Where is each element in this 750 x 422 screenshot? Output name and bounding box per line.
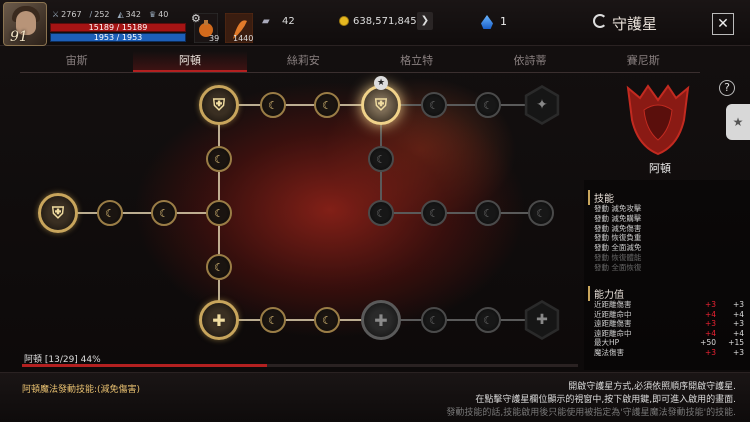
star-node[interactable]: ☾	[260, 307, 286, 333]
ability-row: 魔法傷害 +3 +3	[594, 347, 744, 357]
ability-row: 近距離傷害 +3 +3	[594, 300, 744, 309]
skill-item: 發動 恢復負重	[594, 233, 642, 243]
locked-star-node[interactable]: ☾	[421, 200, 447, 226]
help-text-2: 在點擊守護星欄位顯示的視窗中,按下啟用鍵,即可進入啟用的畫面.	[475, 395, 736, 405]
ability-row: 遠距離命中 +4 +4	[594, 328, 744, 338]
locked-star-node[interactable]: ☾	[475, 92, 501, 118]
star-node[interactable]: ☾	[314, 307, 340, 333]
locked-star-node[interactable]: ☾	[475, 200, 501, 226]
skill-item: 發動 減免傷害	[594, 223, 642, 233]
ability-row: 近距離命中 +4 +4	[594, 309, 744, 319]
ability-row: 遠距離傷害 +3 +3	[594, 319, 744, 329]
skill-item: 發動 減免攻擊	[594, 204, 642, 213]
abilities-heading: 能力值	[588, 286, 624, 301]
current-node[interactable]: ⛨	[361, 85, 401, 125]
star-node[interactable]: ☾	[97, 200, 123, 226]
milestone-node[interactable]: ✚	[199, 300, 239, 340]
star-node[interactable]: ☾	[206, 200, 232, 226]
star-node[interactable]: ☾	[206, 254, 232, 280]
skill-item: 發動 恢復體能	[594, 252, 642, 262]
start-node[interactable]: ⛨	[38, 193, 78, 233]
star-badge-icon: ★	[374, 76, 388, 90]
abilities-list: 近距離傷害 +3 +3 近距離命中 +4 +4 遠距離傷害 +3 +3 遠距離命中 +4 +4 …	[594, 300, 744, 358]
skills-heading: 技能	[588, 190, 614, 205]
locked-star-node[interactable]: ☾	[475, 307, 501, 333]
constellation-name: 阿頓	[649, 162, 671, 175]
help-button[interactable]: ?	[719, 80, 735, 96]
star-node[interactable]: ☾	[206, 146, 232, 172]
skill-item: 發動 全面減免	[594, 243, 642, 253]
help-text-1: 開啟守護星方式,必須依照順序開啟守護星.	[568, 382, 736, 392]
star-node[interactable]: ☾	[314, 92, 340, 118]
skill-item: 發動 全面恢復	[594, 262, 642, 272]
constellation-emblem	[626, 84, 690, 156]
locked-star-node[interactable]: ☾	[528, 200, 554, 226]
milestone-node[interactable]: ⛨	[199, 85, 239, 125]
star-node[interactable]: ☾	[260, 92, 286, 118]
star-node[interactable]: ☾	[151, 200, 177, 226]
progress-fill	[22, 364, 267, 367]
progress-bar	[22, 364, 578, 367]
ability-row: 最大HP +50 +15	[594, 338, 744, 348]
help-text-3: 發動技能的話,技能啟用後只能使用被指定為'守護星魔法發動技能'的技能.	[446, 408, 736, 418]
locked-star-node[interactable]: ☾	[368, 146, 394, 172]
locked-star-node[interactable]: ☾	[368, 200, 394, 226]
locked-milestone-node[interactable]: ✚	[361, 300, 401, 340]
locked-star-node[interactable]: ☾	[421, 307, 447, 333]
skills-list: 發動 減免攻擊 發動 減免購擊 發動 減免傷害 發動 恢復負重 發動 全面減免 …	[594, 204, 641, 273]
side-tab-star[interactable]: ★	[726, 104, 750, 140]
locked-star-node[interactable]: ☾	[421, 92, 447, 118]
skill-item: 發動 減免購擊	[594, 213, 642, 223]
magic-skill-text: 阿頓魔法發動技能:(減免傷害)	[22, 385, 141, 395]
